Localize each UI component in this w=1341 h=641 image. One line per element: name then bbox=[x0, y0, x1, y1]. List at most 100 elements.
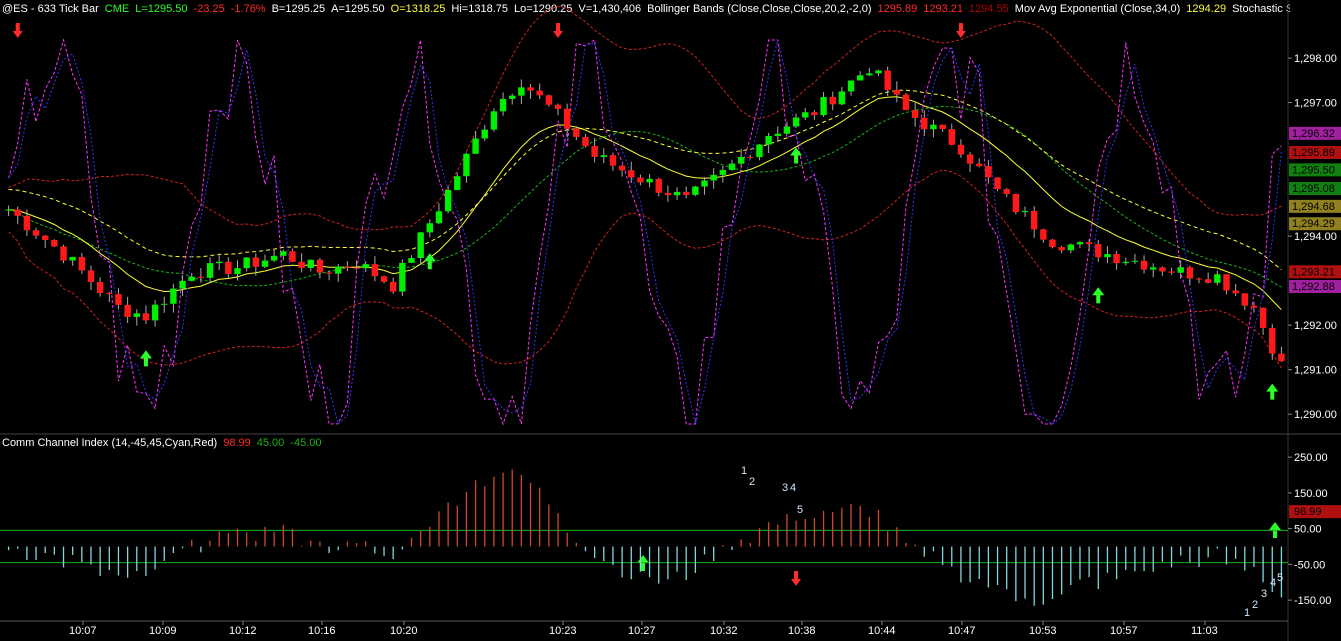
price-chart[interactable]: 12 3 451234 5 1,298.001,297.001,294.001,292… bbox=[0, 0, 1341, 641]
candle-down bbox=[1168, 271, 1175, 273]
down-arrow-icon bbox=[553, 23, 564, 38]
candle-up bbox=[728, 163, 736, 170]
price-tag-label: 1,295.89 bbox=[1292, 147, 1335, 159]
price-tag-label: 1,295.08 bbox=[1292, 183, 1335, 195]
candle-up bbox=[426, 223, 434, 233]
candle-up bbox=[161, 303, 168, 305]
candle-down bbox=[23, 215, 31, 231]
candle-up bbox=[463, 153, 470, 177]
candle-down bbox=[42, 235, 49, 240]
candle-up bbox=[206, 263, 214, 278]
candle-down bbox=[1223, 274, 1230, 291]
down-arrow-icon bbox=[955, 23, 966, 38]
candle-down bbox=[51, 239, 58, 247]
cci-count-label: 4 bbox=[790, 482, 796, 494]
candle-down bbox=[87, 270, 95, 283]
candle-up bbox=[856, 75, 864, 81]
candle-up bbox=[802, 112, 809, 118]
candle-down bbox=[60, 246, 67, 261]
candle-down bbox=[1259, 307, 1267, 328]
candle-up bbox=[188, 276, 195, 281]
candle-down bbox=[1095, 244, 1102, 258]
cci-count-label: 1 bbox=[741, 465, 747, 477]
time-tick-label: 10:44 bbox=[868, 625, 896, 637]
bollinger-bands bbox=[8, 5, 1282, 369]
candle-down bbox=[655, 178, 662, 193]
candle-up bbox=[69, 256, 76, 261]
candle-up bbox=[399, 262, 406, 292]
candle-up bbox=[701, 180, 708, 187]
candle-up bbox=[1131, 260, 1139, 262]
candle-down bbox=[325, 272, 333, 274]
candle-down bbox=[902, 94, 910, 111]
candle-down bbox=[1269, 327, 1276, 354]
candle-up bbox=[5, 209, 12, 211]
candle-up bbox=[362, 264, 369, 269]
candle-down bbox=[1250, 305, 1258, 308]
stoch-d-line bbox=[8, 39, 1282, 425]
candle-down bbox=[893, 89, 901, 95]
stoch-k-line bbox=[8, 38, 1282, 426]
candle-up bbox=[133, 313, 140, 317]
candle-down bbox=[1241, 293, 1248, 306]
time-tick-label: 10:27 bbox=[628, 625, 656, 637]
candle-down bbox=[78, 256, 86, 271]
candle-up bbox=[490, 111, 498, 130]
time-tick-label: 10:57 bbox=[1110, 625, 1138, 637]
time-tick-label: 10:09 bbox=[149, 625, 177, 637]
candle-down bbox=[1186, 267, 1194, 279]
price-tick-label: 1,291.00 bbox=[1294, 365, 1337, 377]
candle-up bbox=[1150, 267, 1157, 270]
cci-count-label: 2 bbox=[749, 476, 755, 488]
candle-up bbox=[820, 96, 827, 116]
candle-down bbox=[966, 154, 974, 164]
down-arrow-icon bbox=[12, 23, 23, 38]
candle-down bbox=[637, 177, 644, 183]
candle-down bbox=[939, 124, 946, 130]
candle-up bbox=[499, 98, 507, 112]
cci-tick-label: 150.00 bbox=[1294, 488, 1328, 500]
candle-down bbox=[563, 108, 571, 129]
cci-histogram: 12 3 451234 5 bbox=[0, 465, 1288, 619]
candle-up bbox=[930, 124, 937, 130]
candle-down bbox=[389, 281, 397, 292]
candle-down bbox=[747, 156, 754, 158]
candle-down bbox=[32, 230, 40, 236]
candle-down bbox=[554, 104, 562, 109]
candle-up bbox=[1067, 244, 1075, 251]
cci-tick-label: -150.00 bbox=[1294, 595, 1331, 607]
candle-down bbox=[1012, 194, 1020, 213]
candle-down bbox=[344, 266, 351, 268]
candle-down bbox=[142, 313, 150, 321]
bb-lower-line bbox=[8, 169, 1282, 369]
time-tick-label: 10:53 bbox=[1029, 625, 1057, 637]
candle-up bbox=[151, 304, 159, 321]
candle-up bbox=[417, 232, 424, 259]
candle-down bbox=[115, 294, 122, 305]
candle-up bbox=[215, 261, 223, 264]
candle-down bbox=[545, 95, 553, 105]
candle-down bbox=[1058, 247, 1065, 251]
price-tick-label: 1,292.00 bbox=[1294, 320, 1337, 332]
candle-down bbox=[591, 146, 598, 157]
time-tick-label: 10:07 bbox=[69, 625, 97, 637]
grid-lines bbox=[0, 0, 1341, 641]
candle-down bbox=[14, 209, 21, 216]
candle-down bbox=[1140, 260, 1148, 270]
candle-down bbox=[1232, 290, 1239, 294]
candle-up bbox=[243, 257, 250, 269]
candle-up bbox=[673, 191, 681, 196]
candle-up bbox=[179, 280, 186, 289]
candle-up bbox=[710, 174, 717, 181]
bb-upper-line bbox=[8, 5, 1282, 231]
candle-up bbox=[481, 129, 488, 139]
candle-down bbox=[609, 155, 617, 166]
candle-up bbox=[646, 178, 653, 183]
candle-down bbox=[252, 257, 260, 267]
candle-down bbox=[911, 110, 919, 118]
candle-down bbox=[96, 282, 104, 293]
cci-count-label: 2 bbox=[1252, 599, 1258, 611]
time-tick-label: 10:12 bbox=[229, 625, 257, 637]
candle-up bbox=[692, 186, 699, 195]
cci-tick-label: 250.00 bbox=[1294, 452, 1328, 464]
